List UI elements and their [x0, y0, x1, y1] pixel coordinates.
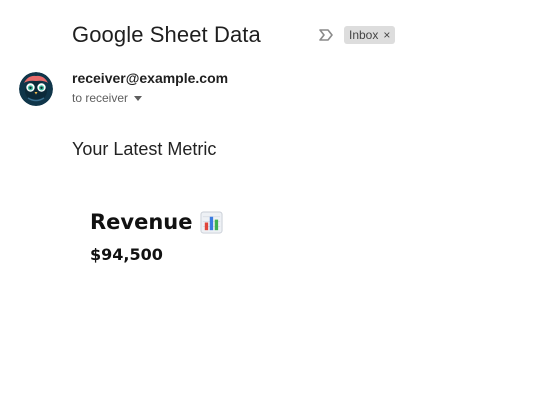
- recipient-details-toggle[interactable]: to receiver: [72, 91, 143, 105]
- remove-label-button[interactable]: ×: [383, 28, 390, 42]
- metric-title-row: Revenue: [90, 207, 223, 237]
- inbox-label-chip: Inbox ×: [344, 26, 396, 44]
- bar-chart-emoji-icon: [199, 210, 223, 234]
- owl-avatar-icon: [19, 72, 53, 106]
- sender-address: receiver@example.com: [72, 70, 229, 86]
- subject-row: Google Sheet Data: [72, 20, 261, 50]
- email-subject: Google Sheet Data: [72, 22, 261, 47]
- metric-card: Revenue $94,500: [90, 207, 223, 264]
- avatar[interactable]: [19, 72, 53, 106]
- metric-title: Revenue: [90, 210, 193, 234]
- importance-marker-icon[interactable]: [318, 27, 334, 43]
- email-body-intro: Your Latest Metric: [72, 139, 217, 159]
- metric-value: $94,500: [90, 245, 163, 264]
- email-view: Google Sheet Data Inbox × receiver@examp…: [0, 0, 540, 420]
- caret-down-icon[interactable]: [134, 95, 143, 101]
- label-chip-text: Inbox: [349, 28, 379, 42]
- recipient-line: to receiver: [72, 91, 129, 105]
